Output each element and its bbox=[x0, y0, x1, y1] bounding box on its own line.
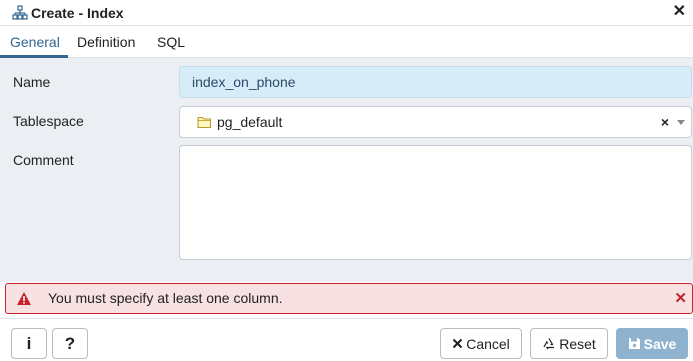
folder-icon bbox=[197, 115, 212, 129]
error-alert: You must specify at least one column. ✕ bbox=[5, 283, 693, 314]
name-label: Name bbox=[13, 74, 51, 90]
tab-bar: General Definition SQL bbox=[0, 26, 693, 58]
save-button[interactable]: Save bbox=[616, 328, 688, 359]
name-input[interactable]: index_on_phone bbox=[179, 66, 692, 98]
dialog-title: Create - Index bbox=[31, 4, 124, 21]
reset-label: Reset bbox=[559, 335, 596, 352]
dialog-close-button[interactable]: ✕ bbox=[673, 3, 686, 21]
cancel-label: Cancel bbox=[466, 335, 510, 352]
dialog-footer: i ? Cancel Reset Save bbox=[0, 318, 693, 361]
tablespace-label: Tablespace bbox=[13, 113, 84, 129]
dialog-titlebar: Create - Index ✕ bbox=[0, 0, 693, 26]
recycle-icon bbox=[542, 337, 556, 351]
reset-button[interactable]: Reset bbox=[530, 328, 608, 359]
save-label: Save bbox=[643, 335, 677, 352]
cancel-button[interactable]: Cancel bbox=[440, 328, 522, 359]
help-button[interactable]: ? bbox=[52, 328, 88, 359]
tab-definition[interactable]: Definition bbox=[77, 26, 135, 58]
comment-label: Comment bbox=[13, 152, 74, 168]
alert-close-button[interactable]: ✕ bbox=[674, 284, 687, 313]
hierarchy-icon bbox=[12, 4, 28, 21]
info-button[interactable]: i bbox=[11, 328, 47, 359]
error-message: You must specify at least one column. bbox=[48, 290, 283, 306]
save-icon bbox=[628, 337, 641, 350]
tab-sql[interactable]: SQL bbox=[157, 26, 185, 58]
warning-icon bbox=[16, 291, 32, 306]
general-form: Name index_on_phone Tablespace pg_defaul… bbox=[0, 58, 693, 282]
close-icon bbox=[452, 338, 463, 349]
tablespace-select[interactable]: pg_default × bbox=[179, 106, 692, 138]
chevron-down-icon[interactable] bbox=[677, 120, 685, 125]
tablespace-value: pg_default bbox=[217, 114, 283, 130]
tablespace-clear-button[interactable]: × bbox=[661, 107, 669, 137]
tab-general[interactable]: General bbox=[10, 26, 60, 58]
comment-textarea[interactable] bbox=[179, 145, 692, 260]
